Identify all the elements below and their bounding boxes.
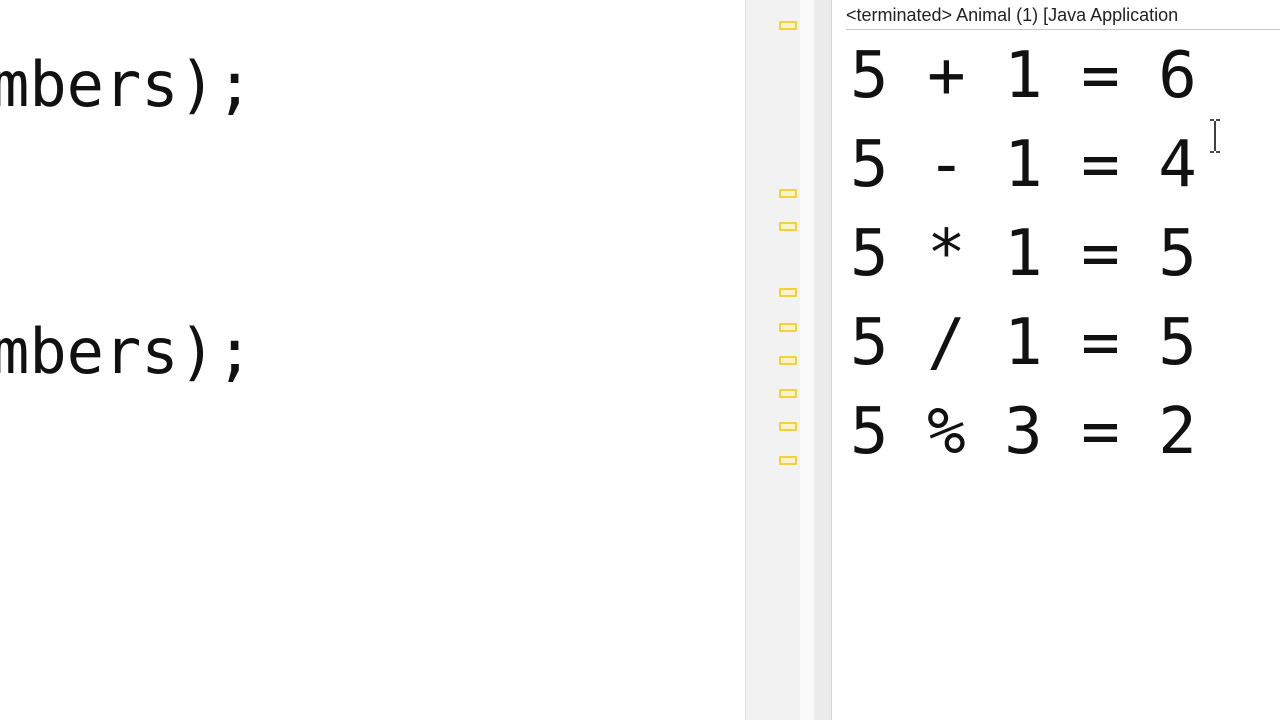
ruler-warning-marker[interactable] xyxy=(779,422,797,431)
console-output-line[interactable]: 5 + 1 = 6 xyxy=(850,36,1197,116)
console-view[interactable]: <terminated> Animal (1) [Java Applicatio… xyxy=(832,0,1280,720)
console-output-line[interactable]: 5 / 1 = 5 xyxy=(850,303,1197,383)
ruler-warning-marker[interactable] xyxy=(779,288,797,297)
text-cursor-icon xyxy=(1210,119,1220,153)
console-output-line[interactable]: 5 * 1 = 5 xyxy=(850,214,1197,294)
overview-ruler[interactable] xyxy=(745,0,800,720)
ruler-warning-marker[interactable] xyxy=(779,21,797,30)
console-left-gutter xyxy=(814,0,832,720)
ruler-warning-marker[interactable] xyxy=(779,189,797,198)
ruler-warning-marker[interactable] xyxy=(779,323,797,332)
code-editor[interactable]: mbers); mbers); xyxy=(0,0,745,720)
ruler-warning-marker[interactable] xyxy=(779,456,797,465)
code-line[interactable]: mbers); xyxy=(0,317,253,387)
console-title: <terminated> Animal (1) [Java Applicatio… xyxy=(846,0,1280,30)
ide-window: mbers); mbers); <terminated> Animal (1) … xyxy=(0,0,1280,720)
ruler-warning-marker[interactable] xyxy=(779,356,797,365)
code-line[interactable]: mbers); xyxy=(0,50,253,120)
console-output-line[interactable]: 5 % 3 = 2 xyxy=(850,392,1197,472)
view-divider[interactable] xyxy=(800,0,814,720)
console-output-line[interactable]: 5 - 1 = 4 xyxy=(850,125,1197,205)
ruler-warning-marker[interactable] xyxy=(779,389,797,398)
ruler-warning-marker[interactable] xyxy=(779,222,797,231)
